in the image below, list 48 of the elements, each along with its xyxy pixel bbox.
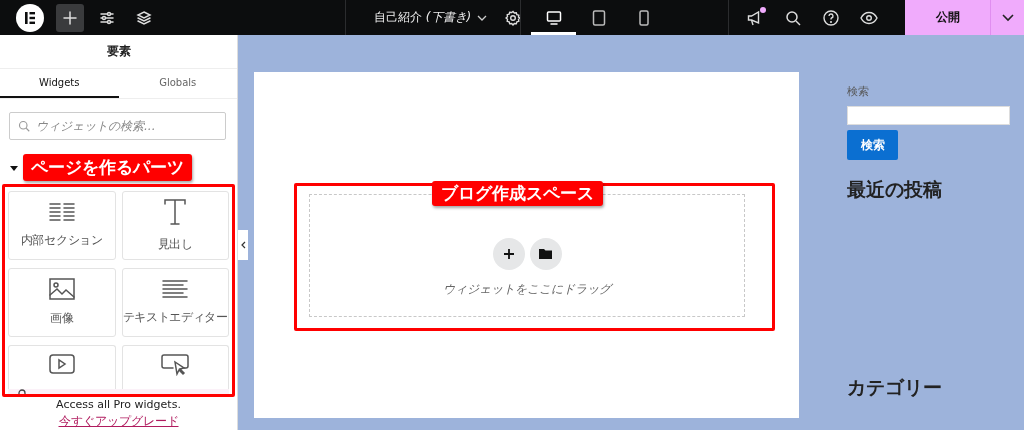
chevron-down-icon [1001, 13, 1014, 22]
letter-t-icon [163, 198, 188, 226]
widget-card[interactable]: 内部セクション [8, 191, 116, 260]
play-icon [48, 354, 75, 374]
widget-heading: 最近の投稿 [847, 177, 942, 202]
annotation-label: ブログ作成スペース [432, 181, 603, 206]
tablet-icon [591, 9, 606, 26]
promo-text: Access all Pro widgets. [55, 398, 182, 411]
sidebar-search-field[interactable] [847, 106, 1010, 125]
columns-icon [48, 202, 75, 222]
eye-icon [860, 10, 878, 25]
publish-options-button[interactable] [990, 0, 1024, 35]
upgrade-link[interactable]: 今すぐアップグレード [0, 413, 237, 430]
chevron-down-icon [477, 14, 488, 21]
document-title[interactable]: 自己紹介 (下書き) [374, 9, 488, 26]
folder-icon [539, 248, 552, 259]
caret-icon[interactable] [10, 166, 18, 173]
publish-button[interactable]: 公開 [905, 0, 990, 35]
help-icon [823, 9, 839, 26]
plus-icon [502, 247, 515, 260]
widget-card[interactable]: 画像 [8, 268, 116, 337]
image-icon [48, 278, 75, 300]
panel-tab[interactable]: Widgets [0, 68, 119, 98]
add-section-button[interactable] [492, 237, 525, 270]
panel-title: 要素 [0, 35, 237, 69]
settings-icon [505, 9, 522, 26]
widget-card[interactable]: 見出し [121, 191, 229, 260]
search-icon [785, 9, 801, 26]
mobile-icon [638, 9, 649, 26]
annotation-label: ページを作るパーツ [23, 153, 192, 181]
widget-card[interactable]: テキストエディター [121, 268, 229, 337]
layers-icon [136, 9, 152, 26]
add-tool-button[interactable] [56, 3, 84, 32]
template-library-button[interactable] [529, 237, 562, 270]
plus-icon [62, 9, 78, 26]
search-button[interactable]: 検索 [847, 130, 898, 160]
cursor-button-icon [161, 354, 190, 376]
widget-heading: カテゴリー [847, 375, 942, 400]
paragraph-lines-icon [162, 279, 189, 299]
widget-search-field[interactable]: ウィジェットの検索... [9, 111, 226, 140]
search-label: 検索 [847, 84, 869, 99]
logo-icon[interactable] [16, 3, 44, 32]
drop-hint: ウィジェットをここにドラッグ [443, 280, 611, 298]
desktop-icon [545, 9, 562, 26]
panel-tab[interactable]: Globals [118, 68, 237, 98]
search-icon [18, 119, 30, 132]
chevron-left-icon [240, 241, 246, 249]
sliders-icon [99, 9, 115, 26]
